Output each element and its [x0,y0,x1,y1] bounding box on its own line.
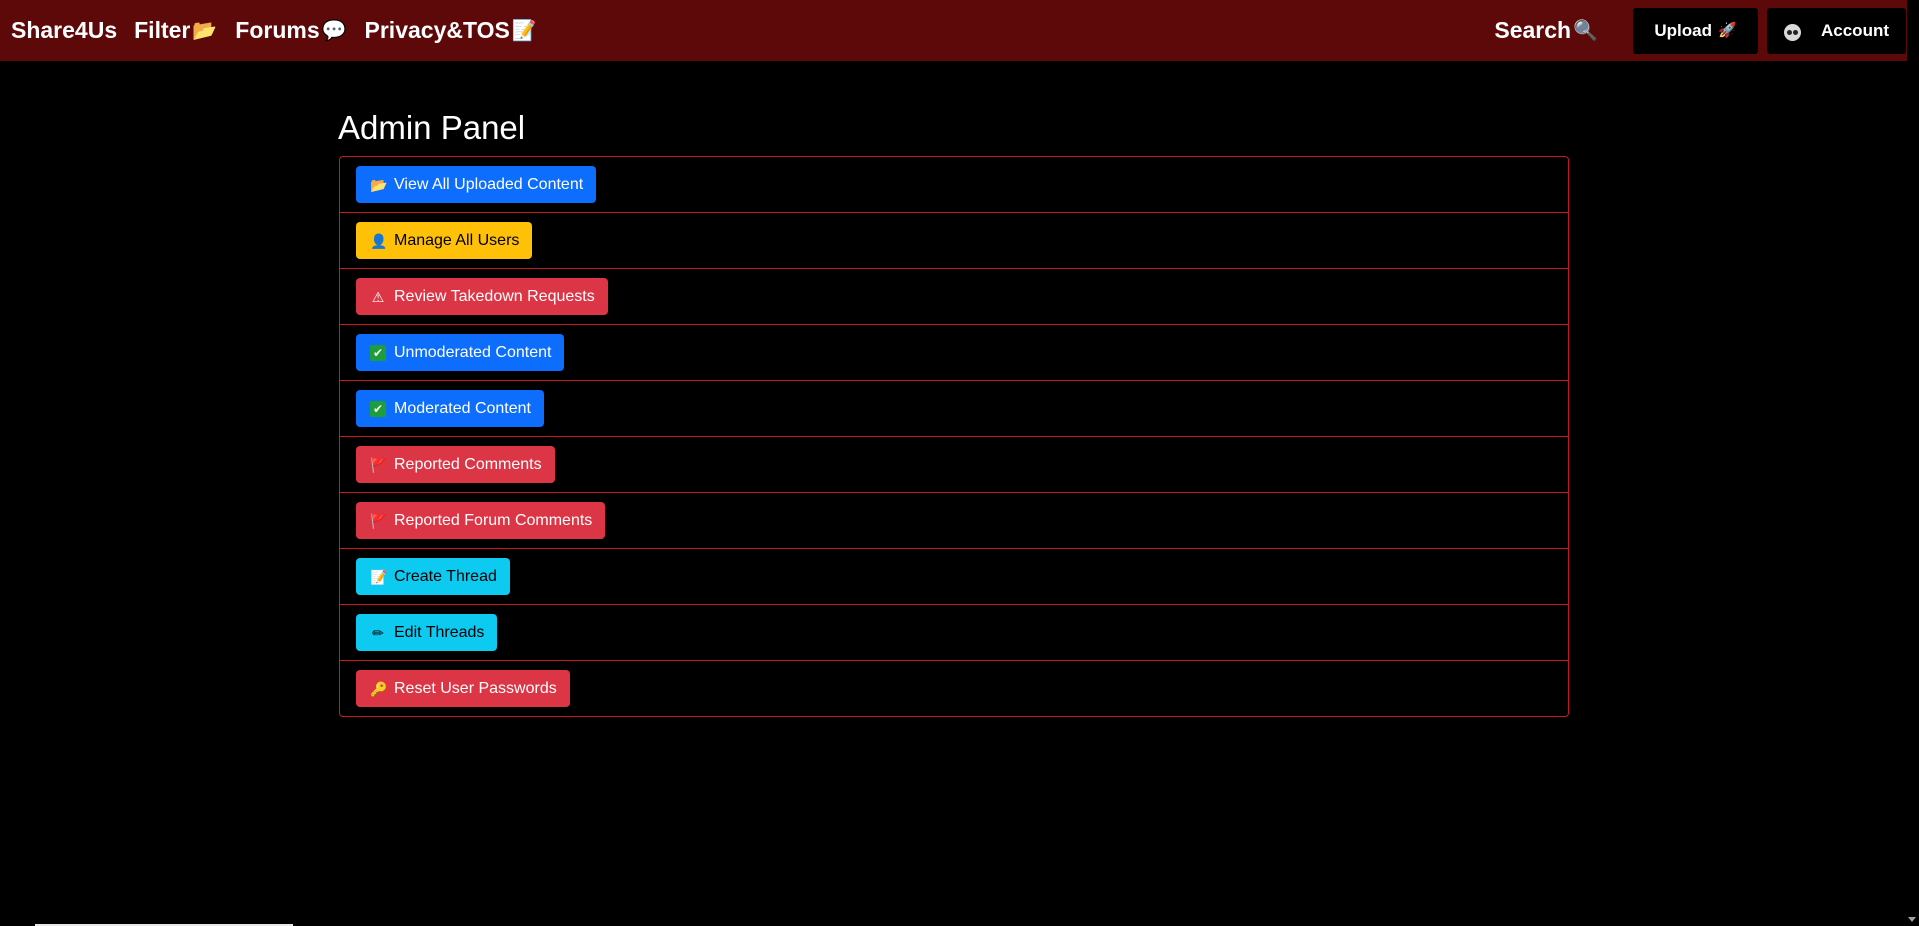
admin-action-row: 🚩 Reported Forum Comments [340,493,1568,549]
admin-action-row: 🚩 Reported Comments [340,437,1568,493]
admin-action-row: ✏ Edit Threads [340,605,1568,661]
admin-action-row: 📝 Create Thread [340,549,1568,605]
filter-label: Filter [134,17,191,43]
flag-icon: 🚩 [370,512,388,529]
admin-action-label: Reported Forum Comments [394,511,593,529]
privacy-tos-link[interactable]: Privacy&TOS 📝 [365,17,537,44]
nav-left: Share4Us Filter 📂 Forums 💬 Privacy&TOS 📝 [0,0,555,61]
rocket-icon: 🚀 [1717,22,1737,39]
admin-action-row: 🔑 Reset User Passwords [340,661,1568,716]
filter-link[interactable]: Filter 📂 [134,17,217,44]
flag-icon: 🚩 [370,456,388,473]
forums-label: Forums [235,17,320,43]
search-label: Search [1494,17,1572,43]
admin-action-label: Unmoderated Content [394,343,552,361]
user-icon: 👤 [370,232,388,249]
admin-action-row: ✔ Moderated Content [340,381,1568,437]
manage-all-users-button[interactable]: 👤 Manage All Users [356,222,533,259]
admin-action-label: View All Uploaded Content [394,175,584,193]
memo-icon: 📝 [370,568,388,585]
brand-link[interactable]: Share4Us [11,17,117,44]
page-title: Admin Panel [338,109,526,146]
reset-user-passwords-button[interactable]: 🔑 Reset User Passwords [356,670,570,707]
check-icon: ✔ [370,344,386,361]
folder-icon: 📂 [192,19,218,42]
upload-label: Upload [1654,20,1712,40]
review-takedown-requests-button[interactable]: ⚠ Review Takedown Requests [356,278,608,315]
admin-action-label: Moderated Content [394,399,531,417]
admin-action-row: ⚠ Review Takedown Requests [340,269,1568,325]
admin-actions-list: 📂 View All Uploaded Content 👤 Manage All Us… [339,156,1569,717]
admin-action-row: ✔ Unmoderated Content [340,325,1568,381]
moderated-content-button[interactable]: ✔ Moderated Content [356,390,544,427]
admin-action-label: Manage All Users [394,231,520,249]
admin-action-label: Reset User Passwords [394,679,557,697]
edit-threads-button[interactable]: ✏ Edit Threads [356,614,498,651]
key-icon: 🔑 [370,680,388,697]
search-link[interactable]: Search 🔍 [1494,17,1598,44]
vertical-scrollbar[interactable] [1907,0,1919,926]
search-icon: 🔍 [1573,19,1598,42]
check-icon: ✔ [370,400,386,417]
warning-icon: ⚠ [371,288,385,305]
admin-action-row: 👤 Manage All Users [340,213,1568,269]
reported-comments-button[interactable]: 🚩 Reported Comments [356,446,555,483]
account-label: Account [1821,20,1889,40]
nav-right: Search 🔍 Upload 🚀 Account [1494,0,1907,61]
privacy-tos-label: Privacy&TOS [364,17,510,43]
pencil-icon: ✏ [372,624,384,641]
admin-action-label: Edit Threads [394,623,485,641]
admin-action-label: Review Takedown Requests [394,287,595,305]
speech-bubble-icon: 💬 [321,19,347,42]
forums-link[interactable]: Forums 💬 [235,17,346,44]
top-navbar: Share4Us Filter 📂 Forums 💬 Privacy&TOS 📝… [0,0,1907,61]
scroll-down-arrow-icon[interactable] [1908,917,1916,922]
create-thread-button[interactable]: 📝 Create Thread [356,558,510,595]
upload-button[interactable]: Upload 🚀 [1633,7,1758,54]
account-button[interactable]: Account [1767,7,1906,54]
view-all-uploaded-content-button[interactable]: 📂 View All Uploaded Content [356,166,597,203]
skull-avatar-icon [1784,23,1801,41]
admin-action-label: Create Thread [394,567,497,585]
memo-icon: 📝 [511,19,537,42]
admin-action-row: 📂 View All Uploaded Content [340,157,1568,213]
unmoderated-content-button[interactable]: ✔ Unmoderated Content [356,334,565,371]
reported-forum-comments-button[interactable]: 🚩 Reported Forum Comments [356,502,606,539]
folder-icon: 📂 [370,176,388,193]
admin-action-label: Reported Comments [394,455,542,473]
